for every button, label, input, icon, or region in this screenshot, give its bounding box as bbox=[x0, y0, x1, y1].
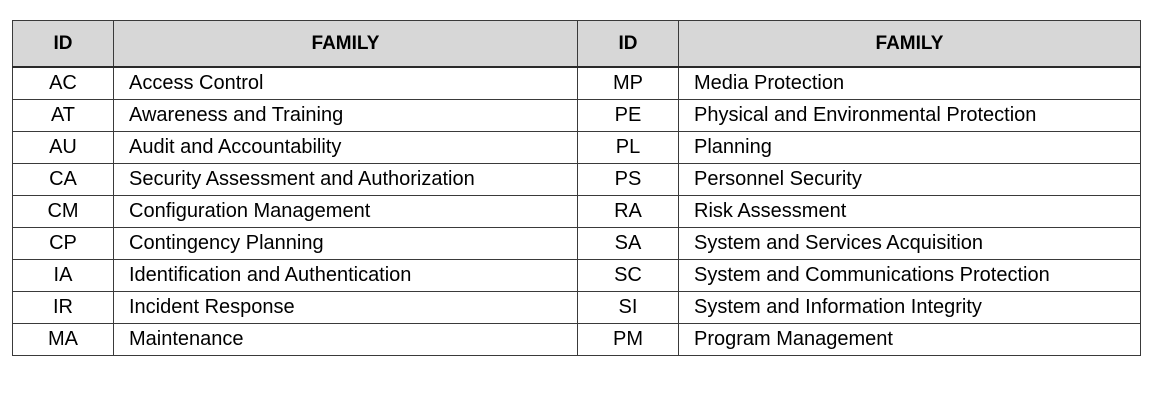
family-cell: Configuration Management bbox=[113, 195, 578, 228]
header-family-left: FAMILY bbox=[113, 20, 578, 68]
family-cell: System and Communications Protection bbox=[678, 259, 1141, 292]
table-header: ID FAMILY ID FAMILY bbox=[12, 20, 1141, 68]
id-cell: CA bbox=[12, 163, 114, 196]
table-row: MA Maintenance PM Program Management bbox=[12, 323, 1141, 356]
family-cell: Program Management bbox=[678, 323, 1141, 356]
table-row: CM Configuration Management RA Risk Asse… bbox=[12, 195, 1141, 228]
id-cell: CM bbox=[12, 195, 114, 228]
id-cell: PM bbox=[577, 323, 679, 356]
table-body: AC Access Control MP Media Protection AT… bbox=[12, 66, 1141, 356]
id-cell: AU bbox=[12, 131, 114, 164]
table-row: AU Audit and Accountability PL Planning bbox=[12, 131, 1141, 164]
family-cell: Awareness and Training bbox=[113, 99, 578, 132]
family-cell: Contingency Planning bbox=[113, 227, 578, 260]
family-cell: Audit and Accountability bbox=[113, 131, 578, 164]
header-id-left: ID bbox=[12, 20, 114, 68]
family-cell: System and Services Acquisition bbox=[678, 227, 1141, 260]
family-cell: Incident Response bbox=[113, 291, 578, 324]
header-row: ID FAMILY ID FAMILY bbox=[12, 20, 1141, 68]
id-cell: RA bbox=[577, 195, 679, 228]
id-cell: IR bbox=[12, 291, 114, 324]
table-row: IA Identification and Authentication SC … bbox=[12, 259, 1141, 292]
family-cell: Physical and Environmental Protection bbox=[678, 99, 1141, 132]
id-cell: MP bbox=[577, 66, 679, 100]
family-cell: Personnel Security bbox=[678, 163, 1141, 196]
family-cell: Risk Assessment bbox=[678, 195, 1141, 228]
id-cell: SC bbox=[577, 259, 679, 292]
id-cell: CP bbox=[12, 227, 114, 260]
id-cell: PE bbox=[577, 99, 679, 132]
id-cell: PL bbox=[577, 131, 679, 164]
table-row: IR Incident Response SI System and Infor… bbox=[12, 291, 1141, 324]
id-cell: SI bbox=[577, 291, 679, 324]
family-cell: Planning bbox=[678, 131, 1141, 164]
id-cell: AT bbox=[12, 99, 114, 132]
id-cell: MA bbox=[12, 323, 114, 356]
control-families-table: ID FAMILY ID FAMILY AC Access Control MP… bbox=[12, 20, 1141, 356]
family-cell: Maintenance bbox=[113, 323, 578, 356]
header-family-right: FAMILY bbox=[678, 20, 1141, 68]
id-cell: PS bbox=[577, 163, 679, 196]
family-cell: Access Control bbox=[113, 66, 578, 100]
table-row: AT Awareness and Training PE Physical an… bbox=[12, 99, 1141, 132]
table-row: AC Access Control MP Media Protection bbox=[12, 66, 1141, 100]
header-id-right: ID bbox=[577, 20, 679, 68]
family-cell: Security Assessment and Authorization bbox=[113, 163, 578, 196]
id-cell: AC bbox=[12, 66, 114, 100]
family-cell: Identification and Authentication bbox=[113, 259, 578, 292]
family-cell: Media Protection bbox=[678, 66, 1141, 100]
family-cell: System and Information Integrity bbox=[678, 291, 1141, 324]
table-row: CP Contingency Planning SA System and Se… bbox=[12, 227, 1141, 260]
id-cell: IA bbox=[12, 259, 114, 292]
table-row: CA Security Assessment and Authorization… bbox=[12, 163, 1141, 196]
id-cell: SA bbox=[577, 227, 679, 260]
